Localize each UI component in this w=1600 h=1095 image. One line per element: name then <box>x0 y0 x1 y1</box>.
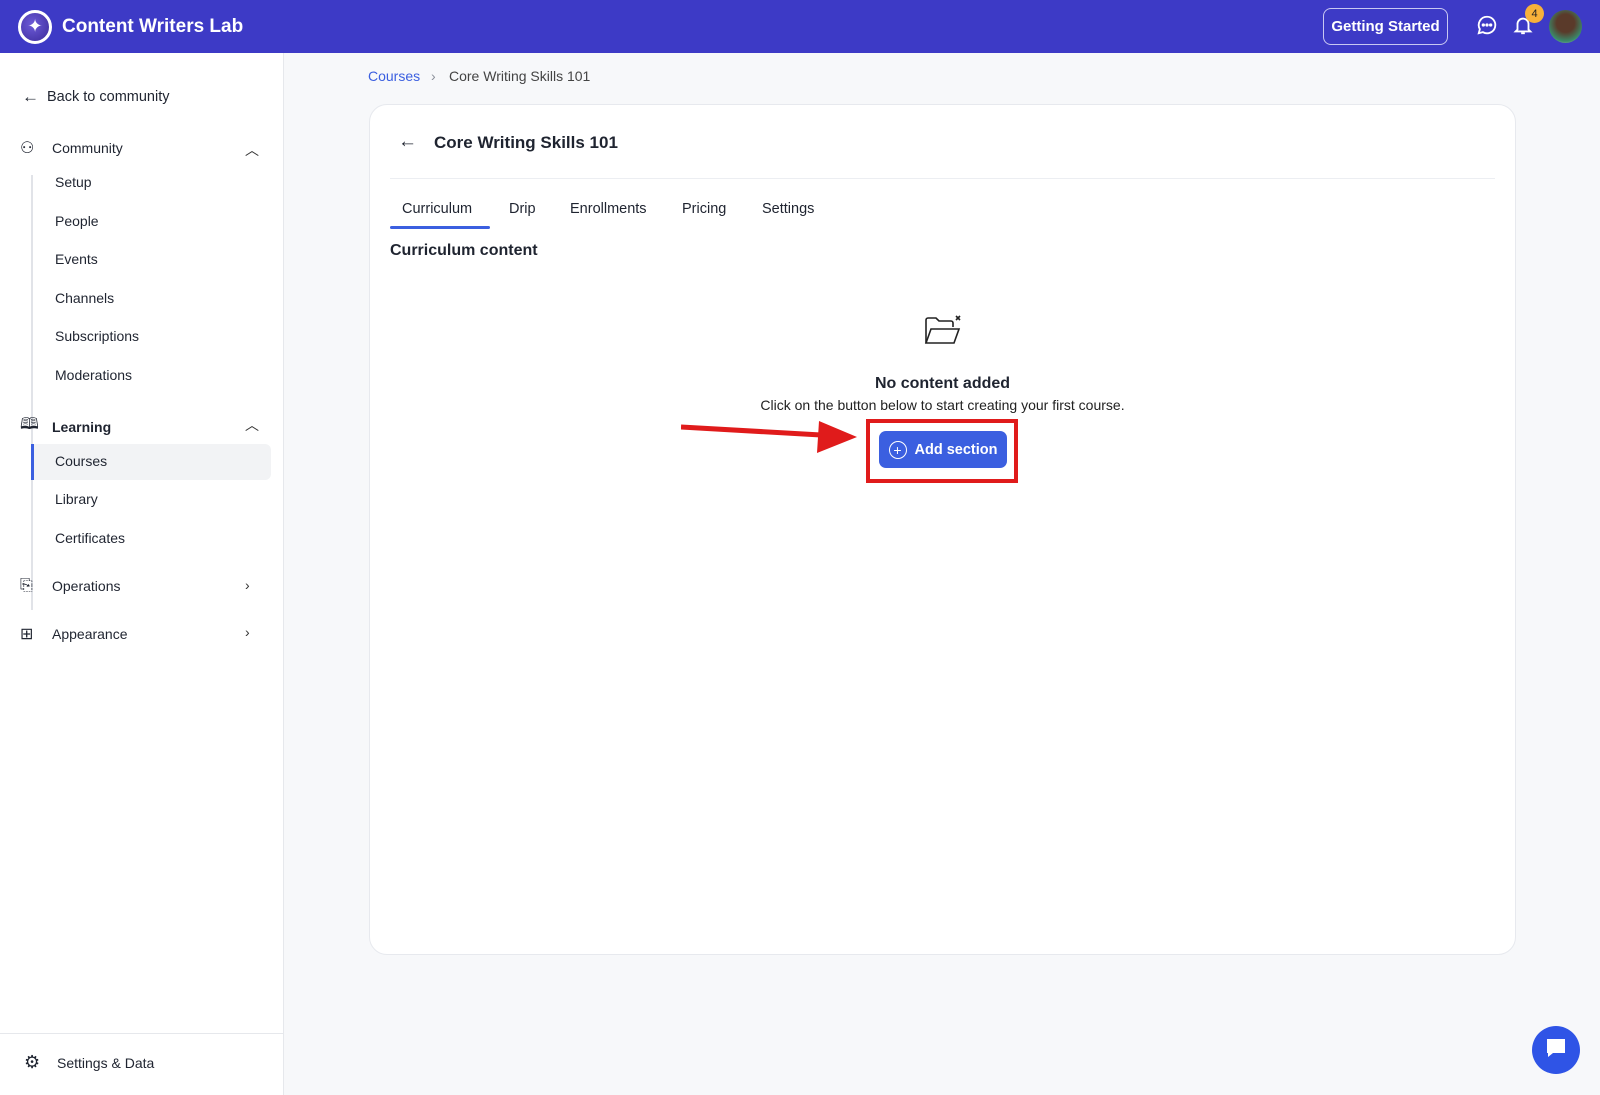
add-section-button[interactable]: + Add section <box>879 431 1007 468</box>
sidebar-item-moderations[interactable]: Moderations <box>55 367 132 383</box>
top-bar: ✦ Content Writers Lab Getting Started 4 <box>0 0 1600 53</box>
empty-folder-icon <box>370 313 1515 354</box>
community-icon: ⚇ <box>20 140 35 157</box>
sidebar-group-appearance[interactable]: ⊞ Appearance <box>20 624 128 644</box>
tab-drip[interactable]: Drip <box>509 201 536 217</box>
sidebar: ← Back to community ⚇ Community ︿ Setup Pe… <box>0 53 284 1095</box>
chat-bubble-icon <box>1544 1036 1568 1065</box>
tab-pricing[interactable]: Pricing <box>682 201 726 217</box>
sidebar-item-people[interactable]: People <box>55 213 99 229</box>
breadcrumb-current: Core Writing Skills 101 <box>449 68 591 84</box>
breadcrumb-courses[interactable]: Courses <box>368 68 420 84</box>
operations-label: Operations <box>52 578 121 594</box>
divider <box>390 178 1495 179</box>
getting-started-button[interactable]: Getting Started <box>1323 8 1448 45</box>
sidebar-item-courses[interactable]: Courses <box>55 453 107 469</box>
logo-icon[interactable]: ✦ <box>18 9 52 44</box>
empty-title: No content added <box>874 375 1011 392</box>
sidebar-group-operations[interactable]: ⎘ Operations <box>20 577 120 595</box>
settings-data-link[interactable]: ⚙ Settings & Data <box>24 1052 154 1073</box>
sidebar-item-events[interactable]: Events <box>55 251 98 267</box>
sidebar-group-learning[interactable]: 🕮 Learning <box>20 413 111 440</box>
learning-label: Learning <box>52 418 112 435</box>
course-card: ← Core Writing Skills 101 Curriculum Dri… <box>369 104 1516 955</box>
chevron-right-icon[interactable]: › <box>245 624 250 640</box>
empty-description: Click on the button below to start creat… <box>760 397 1125 413</box>
active-tab-indicator <box>390 226 490 229</box>
section-heading: Curriculum content <box>390 242 538 259</box>
back-label: Back to community <box>47 89 170 105</box>
chevron-right-icon[interactable]: › <box>245 577 250 593</box>
sidebar-item-subscriptions[interactable]: Subscriptions <box>55 328 139 344</box>
sidebar-item-channels[interactable]: Channels <box>55 290 114 306</box>
back-arrow-icon[interactable]: ← <box>398 131 417 153</box>
settings-label: Settings & Data <box>57 1054 155 1071</box>
add-section-label: Add section <box>914 441 998 458</box>
chevron-up-icon[interactable]: ︿ <box>245 140 259 160</box>
annotation-arrow <box>681 421 857 453</box>
sidebar-item-certificates[interactable]: Certificates <box>55 530 125 546</box>
chat-icon[interactable] <box>1476 14 1498 41</box>
brand-name: Content Writers Lab <box>62 15 244 37</box>
plus-circle-icon: + <box>888 440 907 459</box>
operations-icon: ⎘ <box>20 577 33 594</box>
arrow-left-icon: ← <box>22 87 39 106</box>
back-to-community-link[interactable]: ← Back to community <box>22 87 170 107</box>
chevron-right-icon: › <box>431 68 436 84</box>
page-title: Core Writing Skills 101 <box>434 133 618 152</box>
tab-settings[interactable]: Settings <box>762 201 814 217</box>
tree-line <box>31 175 33 451</box>
tab-enrollments[interactable]: Enrollments <box>570 201 647 217</box>
avatar[interactable] <box>1549 10 1582 43</box>
notification-badge: 4 <box>1525 4 1544 23</box>
appearance-label: Appearance <box>52 626 128 642</box>
tab-curriculum[interactable]: Curriculum <box>402 201 472 217</box>
community-label: Community <box>52 140 123 156</box>
book-icon: 🕮 <box>20 416 39 433</box>
sidebar-item-setup[interactable]: Setup <box>55 174 92 190</box>
sidebar-item-library[interactable]: Library <box>55 491 98 507</box>
sidebar-footer: ⚙ Settings & Data <box>0 1033 284 1072</box>
gear-icon: ⚙ <box>24 1052 41 1072</box>
chevron-up-icon[interactable]: ︿ <box>245 415 259 435</box>
support-chat-button[interactable] <box>1532 1026 1580 1074</box>
appearance-icon: ⊞ <box>20 626 34 643</box>
sidebar-group-community[interactable]: ⚇ Community <box>20 138 123 158</box>
